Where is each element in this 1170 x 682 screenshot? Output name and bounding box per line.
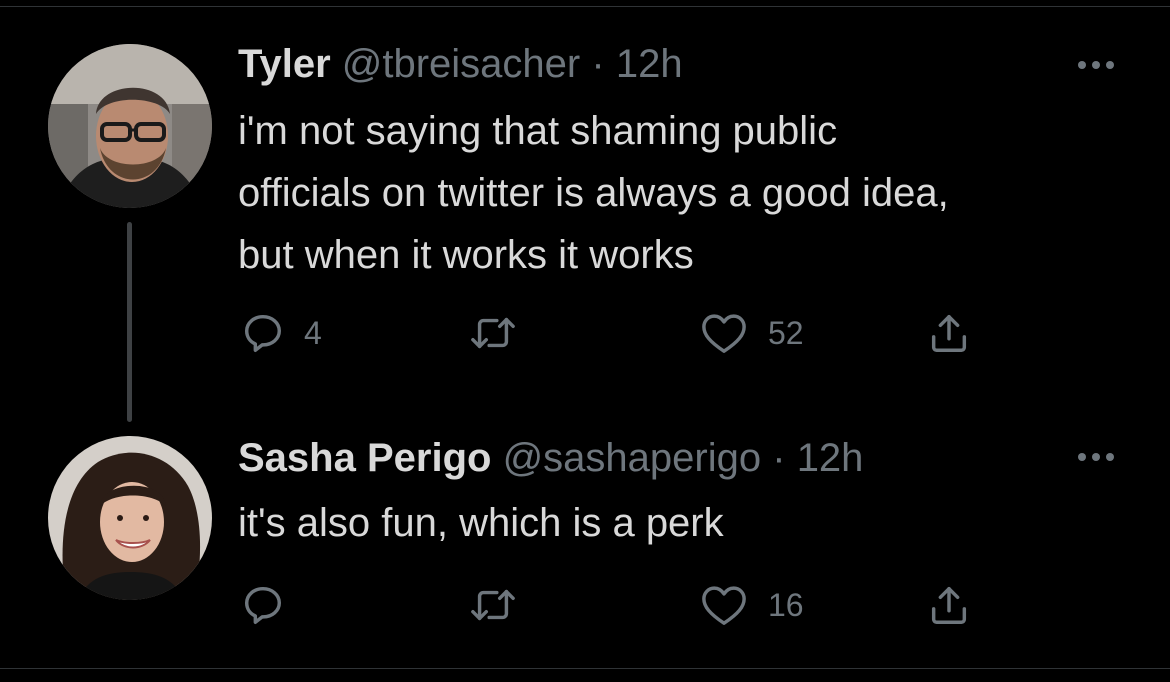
more-button[interactable] [1076, 447, 1116, 467]
reply-icon [244, 586, 282, 624]
more-icon [1078, 61, 1114, 69]
like-count: 52 [768, 314, 804, 351]
like-count: 16 [768, 586, 804, 623]
share-button[interactable] [926, 582, 972, 628]
tweet-text-line: but when it works it works [238, 233, 694, 277]
avatar-image [48, 44, 212, 208]
display-name[interactable]: Tyler [238, 42, 331, 86]
tweet-text-line: it's also fun, which is a perk [238, 501, 724, 545]
share-icon [931, 586, 967, 624]
tweet-header: Sasha Perigo @sashaperigo · 12h [238, 434, 863, 482]
reply-count: 4 [304, 314, 322, 351]
tweet-text-line: officials on twitter is always a good id… [238, 171, 949, 215]
separator-dot: · [772, 436, 786, 480]
retweet-icon [471, 589, 515, 621]
like-button[interactable]: 16 [698, 582, 804, 628]
retweet-button[interactable] [466, 310, 538, 356]
tweet-text: i'm not saying that shaming public offic… [238, 100, 1138, 286]
bottom-divider [0, 668, 1170, 669]
like-button[interactable]: 52 [698, 310, 804, 356]
tweet-text: it's also fun, which is a perk [238, 492, 1138, 554]
heart-icon [702, 314, 746, 353]
retweet-icon [471, 317, 515, 349]
user-handle[interactable]: @tbreisacher [342, 42, 580, 86]
separator-dot: · [591, 42, 605, 86]
top-divider [0, 6, 1170, 7]
share-button[interactable] [926, 310, 972, 356]
timestamp[interactable]: 12h [616, 42, 683, 86]
tweet-header: Tyler @tbreisacher · 12h [238, 40, 683, 88]
reply-button[interactable]: 4 [240, 310, 322, 356]
timestamp[interactable]: 12h [797, 436, 864, 480]
more-icon [1078, 453, 1114, 461]
thread-connector [127, 222, 132, 422]
user-handle[interactable]: @sashaperigo [503, 436, 762, 480]
display-name[interactable]: Sasha Perigo [238, 436, 491, 480]
heart-icon [702, 586, 746, 625]
reply-icon [244, 314, 282, 352]
tweet-text-line: i'm not saying that shaming public [238, 109, 838, 153]
avatar-image [48, 436, 212, 600]
more-button[interactable] [1076, 55, 1116, 75]
retweet-button[interactable] [466, 582, 538, 628]
reply-button[interactable] [240, 582, 304, 628]
avatar[interactable] [48, 44, 212, 208]
share-icon [931, 314, 967, 352]
avatar[interactable] [48, 436, 212, 600]
